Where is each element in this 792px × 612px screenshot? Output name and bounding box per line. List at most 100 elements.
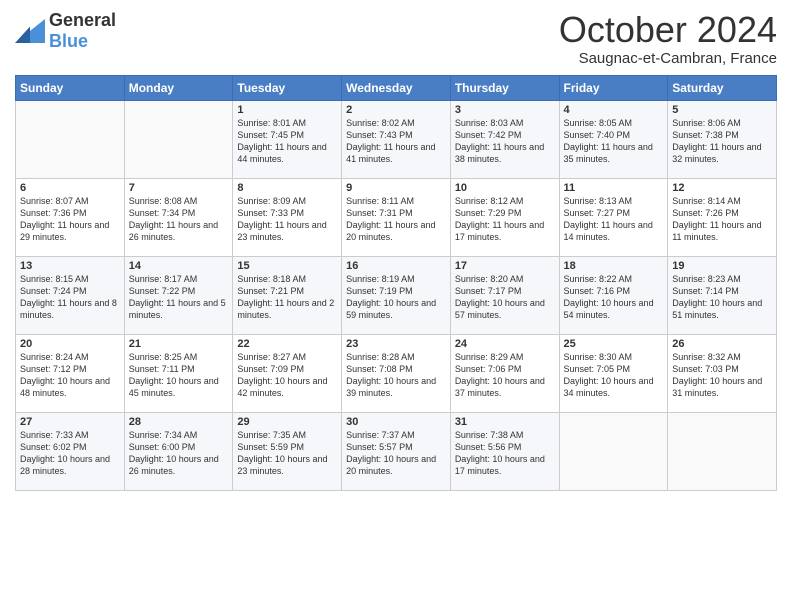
cell-info: Sunrise: 8:06 AMSunset: 7:38 PMDaylight:… — [672, 118, 761, 164]
day-number: 11 — [564, 182, 664, 194]
cell-info: Sunrise: 8:15 AMSunset: 7:24 PMDaylight:… — [20, 274, 117, 320]
cell-info: Sunrise: 8:17 AMSunset: 7:22 PMDaylight:… — [129, 274, 226, 320]
cell-info: Sunrise: 8:02 AMSunset: 7:43 PMDaylight:… — [346, 118, 435, 164]
cell-info: Sunrise: 8:25 AMSunset: 7:11 PMDaylight:… — [129, 352, 219, 398]
day-number: 22 — [237, 338, 337, 350]
table-row: 20 Sunrise: 8:24 AMSunset: 7:12 PMDayligh… — [16, 334, 125, 412]
logo-icon — [15, 19, 45, 43]
day-number: 15 — [237, 260, 337, 272]
title-block: October 2024 Saugnac-et-Cambran, France — [559, 10, 777, 67]
day-number: 28 — [129, 416, 229, 428]
table-row: 11 Sunrise: 8:13 AMSunset: 7:27 PMDayligh… — [559, 178, 668, 256]
page: General Blue October 2024 Saugnac-et-Cam… — [0, 0, 792, 612]
cell-info: Sunrise: 8:11 AMSunset: 7:31 PMDaylight:… — [346, 196, 435, 242]
day-number: 5 — [672, 104, 772, 116]
cell-info: Sunrise: 8:03 AMSunset: 7:42 PMDaylight:… — [455, 118, 544, 164]
table-row: 26Sunrise: 8:32 AMSunset: 7:03 PMDayligh… — [668, 334, 777, 412]
cell-info: Sunrise: 8:27 AMSunset: 7:09 PMDaylight:… — [237, 352, 327, 398]
day-number: 9 — [346, 182, 446, 194]
table-row: 14 Sunrise: 8:17 AMSunset: 7:22 PMDayligh… — [124, 256, 233, 334]
cell-info: Sunrise: 8:24 AMSunset: 7:12 PMDaylight:… — [20, 352, 110, 398]
cell-info: Sunrise: 8:13 AMSunset: 7:27 PMDaylight:… — [564, 196, 653, 242]
table-row: 17Sunrise: 8:20 AMSunset: 7:17 PMDayligh… — [450, 256, 559, 334]
cell-info: Sunrise: 8:28 AMSunset: 7:08 PMDaylight:… — [346, 352, 436, 398]
table-row: 7 Sunrise: 8:08 AMSunset: 7:34 PMDaylight… — [124, 178, 233, 256]
cell-info: Sunrise: 8:30 AMSunset: 7:05 PMDaylight:… — [564, 352, 654, 398]
cell-info: Sunrise: 8:23 AMSunset: 7:14 PMDaylight:… — [672, 274, 762, 320]
table-row: 8Sunrise: 8:09 AMSunset: 7:33 PMDaylight… — [233, 178, 342, 256]
cell-info: Sunrise: 8:09 AMSunset: 7:33 PMDaylight:… — [237, 196, 326, 242]
table-row: 15 Sunrise: 8:18 AMSunset: 7:21 PMDayligh… — [233, 256, 342, 334]
cell-info: Sunrise: 7:35 AMSunset: 5:59 PMDaylight:… — [237, 430, 327, 476]
table-row: 21 Sunrise: 8:25 AMSunset: 7:11 PMDayligh… — [124, 334, 233, 412]
calendar-table: Sunday Monday Tuesday Wednesday Thursday… — [15, 75, 777, 491]
table-row: 23 Sunrise: 8:28 AMSunset: 7:08 PMDayligh… — [342, 334, 451, 412]
cell-info: Sunrise: 8:29 AMSunset: 7:06 PMDaylight:… — [455, 352, 545, 398]
day-number: 2 — [346, 104, 446, 116]
table-row — [559, 412, 668, 490]
cell-info: Sunrise: 7:37 AMSunset: 5:57 PMDaylight:… — [346, 430, 436, 476]
table-row: 5 Sunrise: 8:06 AMSunset: 7:38 PMDaylight… — [668, 100, 777, 178]
table-row — [124, 100, 233, 178]
table-row: 29 Sunrise: 7:35 AMSunset: 5:59 PMDayligh… — [233, 412, 342, 490]
logo-blue: Blue — [49, 31, 88, 51]
table-row: 25 Sunrise: 8:30 AMSunset: 7:05 PMDayligh… — [559, 334, 668, 412]
table-row: 2 Sunrise: 8:02 AMSunset: 7:43 PMDaylight… — [342, 100, 451, 178]
day-number: 10 — [455, 182, 555, 194]
col-wednesday: Wednesday — [342, 75, 451, 100]
table-row: 16 Sunrise: 8:19 AMSunset: 7:19 PMDayligh… — [342, 256, 451, 334]
table-row — [16, 100, 125, 178]
col-sunday: Sunday — [16, 75, 125, 100]
cell-info: Sunrise: 8:14 AMSunset: 7:26 PMDaylight:… — [672, 196, 761, 242]
cell-info: Sunrise: 8:12 AMSunset: 7:29 PMDaylight:… — [455, 196, 544, 242]
cell-info: Sunrise: 8:18 AMSunset: 7:21 PMDaylight:… — [237, 274, 334, 320]
table-row: 30Sunrise: 7:37 AMSunset: 5:57 PMDayligh… — [342, 412, 451, 490]
day-number: 31 — [455, 416, 555, 428]
table-row — [668, 412, 777, 490]
cell-info: Sunrise: 8:20 AMSunset: 7:17 PMDaylight:… — [455, 274, 545, 320]
col-monday: Monday — [124, 75, 233, 100]
col-friday: Friday — [559, 75, 668, 100]
table-row: 6 Sunrise: 8:07 AMSunset: 7:36 PMDaylight… — [16, 178, 125, 256]
cell-info: Sunrise: 8:07 AMSunset: 7:36 PMDaylight:… — [20, 196, 109, 242]
day-number: 4 — [564, 104, 664, 116]
table-row: 4 Sunrise: 8:05 AMSunset: 7:40 PMDaylight… — [559, 100, 668, 178]
day-number: 18 — [564, 260, 664, 272]
day-number: 16 — [346, 260, 446, 272]
day-number: 26 — [672, 338, 772, 350]
day-number: 29 — [237, 416, 337, 428]
day-number: 6 — [20, 182, 120, 194]
logo-general: General — [49, 10, 116, 30]
logo: General Blue — [15, 10, 116, 52]
table-row: 19 Sunrise: 8:23 AMSunset: 7:14 PMDayligh… — [668, 256, 777, 334]
cell-info: Sunrise: 8:01 AMSunset: 7:45 PMDaylight:… — [237, 118, 326, 164]
day-number: 20 — [20, 338, 120, 350]
col-tuesday: Tuesday — [233, 75, 342, 100]
day-number: 12 — [672, 182, 772, 194]
day-number: 19 — [672, 260, 772, 272]
table-row: 18Sunrise: 8:22 AMSunset: 7:16 PMDayligh… — [559, 256, 668, 334]
day-number: 23 — [346, 338, 446, 350]
cell-info: Sunrise: 8:19 AMSunset: 7:19 PMDaylight:… — [346, 274, 436, 320]
day-number: 3 — [455, 104, 555, 116]
header: General Blue October 2024 Saugnac-et-Cam… — [15, 10, 777, 67]
cell-info: Sunrise: 7:33 AMSunset: 6:02 PMDaylight:… — [20, 430, 110, 476]
table-row: 31Sunrise: 7:38 AMSunset: 5:56 PMDayligh… — [450, 412, 559, 490]
col-thursday: Thursday — [450, 75, 559, 100]
table-row: 28Sunrise: 7:34 AMSunset: 6:00 PMDayligh… — [124, 412, 233, 490]
cell-info: Sunrise: 8:05 AMSunset: 7:40 PMDaylight:… — [564, 118, 653, 164]
day-number: 14 — [129, 260, 229, 272]
day-number: 25 — [564, 338, 664, 350]
table-row: 3 Sunrise: 8:03 AMSunset: 7:42 PMDaylight… — [450, 100, 559, 178]
table-row: 27 Sunrise: 7:33 AMSunset: 6:02 PMDayligh… — [16, 412, 125, 490]
day-number: 21 — [129, 338, 229, 350]
cell-info: Sunrise: 8:08 AMSunset: 7:34 PMDaylight:… — [129, 196, 218, 242]
table-row: 24 Sunrise: 8:29 AMSunset: 7:06 PMDayligh… — [450, 334, 559, 412]
day-number: 7 — [129, 182, 229, 194]
table-row: 10 Sunrise: 8:12 AMSunset: 7:29 PMDayligh… — [450, 178, 559, 256]
day-number: 27 — [20, 416, 120, 428]
table-row: 13Sunrise: 8:15 AMSunset: 7:24 PMDayligh… — [16, 256, 125, 334]
location-title: Saugnac-et-Cambran, France — [559, 50, 777, 67]
day-number: 1 — [237, 104, 337, 116]
day-number: 24 — [455, 338, 555, 350]
